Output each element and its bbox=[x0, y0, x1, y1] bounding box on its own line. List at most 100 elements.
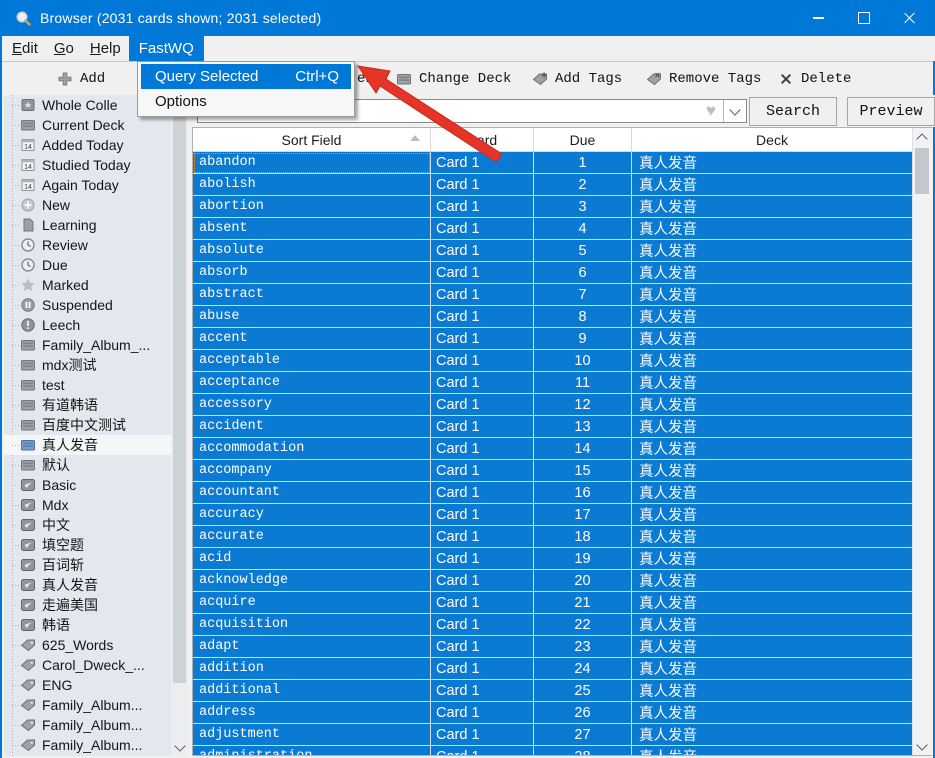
sidebar-item-韩语[interactable]: 韩语 bbox=[4, 615, 188, 635]
table-row[interactable]: adapt Card 1 23 真人发音 bbox=[193, 636, 913, 658]
sidebar-item-review[interactable]: Review bbox=[4, 235, 188, 255]
table-row[interactable]: adjustment Card 1 27 真人发音 bbox=[193, 724, 913, 746]
deck-cell: 真人发音 bbox=[632, 504, 913, 526]
calendar-icon: 14 bbox=[20, 177, 36, 193]
sidebar-item-百词斩[interactable]: 百词斩 bbox=[4, 555, 188, 575]
sidebar-item-due[interactable]: Due bbox=[4, 255, 188, 275]
table-row[interactable]: abortion Card 1 3 真人发音 bbox=[193, 196, 913, 218]
table-row[interactable]: accommodation Card 1 14 真人发音 bbox=[193, 438, 913, 460]
table-row[interactable]: administrationCard 128真人发音 bbox=[193, 746, 913, 755]
table-row[interactable]: acquisition Card 1 22 真人发音 bbox=[193, 614, 913, 636]
sidebar-item-new[interactable]: New bbox=[4, 195, 188, 215]
due-cell: 18 bbox=[534, 526, 632, 548]
table-row[interactable]: abolish Card 1 2 真人发音 bbox=[193, 174, 913, 196]
sidebar-item-mdx测试[interactable]: mdx测试 bbox=[4, 355, 188, 375]
search-button[interactable]: Search bbox=[749, 97, 837, 126]
sidebar-item-family-album-[interactable]: Family_Album_... bbox=[4, 335, 188, 355]
table-scrollbar-thumb[interactable] bbox=[915, 148, 929, 194]
card-cell: Card 1 bbox=[431, 614, 534, 636]
table-row[interactable]: acquire Card 1 21 真人发音 bbox=[193, 592, 913, 614]
menu-item-help[interactable]: Help bbox=[82, 36, 129, 61]
sidebar-item-走遍美国[interactable]: 走遍美国 bbox=[4, 595, 188, 615]
toolbar-button-add[interactable]: Add bbox=[57, 62, 105, 95]
sidebar-item-leech[interactable]: Leech bbox=[4, 315, 188, 335]
table-row[interactable]: absolute Card 1 5 真人发音 bbox=[193, 240, 913, 262]
toolbar-button-delete[interactable]: Delete bbox=[778, 62, 851, 95]
sidebar-item-label: 有道韩语 bbox=[42, 397, 98, 413]
star-icon bbox=[20, 277, 36, 293]
table-row[interactable]: acceptable Card 1 10 真人发音 bbox=[193, 350, 913, 372]
table-scroll-down-button[interactable] bbox=[913, 737, 931, 755]
sidebar-scrollbar[interactable] bbox=[171, 95, 188, 756]
table-row[interactable]: acceptance Card 1 11 真人发音 bbox=[193, 372, 913, 394]
menu-option-query-selected[interactable]: Query Selected Ctrl+Q bbox=[141, 64, 351, 89]
maximize-button[interactable] bbox=[841, 0, 887, 36]
sidebar-item-family-album-[interactable]: Family_Album... bbox=[4, 695, 188, 715]
table-row[interactable]: additional Card 1 25 真人发音 bbox=[193, 680, 913, 702]
table-row[interactable]: addition Card 1 24 真人发音 bbox=[193, 658, 913, 680]
sort-field-cell: accommodation bbox=[193, 438, 431, 460]
sidebar-item-basic[interactable]: Basic bbox=[4, 475, 188, 495]
minimize-button[interactable] bbox=[795, 0, 841, 36]
table-row[interactable]: accent Card 1 9 真人发音 bbox=[193, 328, 913, 350]
table-row[interactable]: abuse Card 1 8 真人发音 bbox=[193, 306, 913, 328]
sidebar-item-有道韩语[interactable]: 有道韩语 bbox=[4, 395, 188, 415]
sidebar-item-百度中文测试[interactable]: 百度中文测试 bbox=[4, 415, 188, 435]
menu-item-edit[interactable]: Edit bbox=[4, 36, 46, 61]
table-row[interactable]: abandon Card 1 1 真人发音 bbox=[193, 152, 913, 174]
table-scroll-up-button[interactable] bbox=[913, 128, 931, 146]
sidebar-item-learning[interactable]: Learning bbox=[4, 215, 188, 235]
sidebar-item-suspended[interactable]: Suspended bbox=[4, 295, 188, 315]
table-row[interactable]: acknowledge Card 1 20 真人发音 bbox=[193, 570, 913, 592]
deck-cell: 真人发音 bbox=[632, 350, 913, 372]
menu-item-fastwq[interactable]: FastWQ bbox=[128, 36, 204, 61]
sidebar-item-mdx[interactable]: Mdx bbox=[4, 495, 188, 515]
sidebar-item-marked[interactable]: Marked bbox=[4, 275, 188, 295]
sidebar-item-added-today[interactable]: 14 Added Today bbox=[4, 135, 188, 155]
search-dropdown-button[interactable] bbox=[723, 100, 746, 122]
table-row[interactable]: abstract Card 1 7 真人发音 bbox=[193, 284, 913, 306]
sidebar-scroll-down-button[interactable] bbox=[171, 738, 188, 756]
sidebar-item-真人发音[interactable]: 真人发音 bbox=[4, 435, 188, 455]
sidebar-item-默认[interactable]: 默认 bbox=[4, 455, 188, 475]
sidebar-scrollbar-thumb[interactable] bbox=[173, 97, 186, 683]
table-row[interactable]: accessory Card 1 12 真人发音 bbox=[193, 394, 913, 416]
sidebar-item-label: 走遍美国 bbox=[42, 597, 98, 613]
column-header-sort-field[interactable]: Sort Field bbox=[193, 128, 431, 152]
sidebar-item-current-deck[interactable]: Current Deck bbox=[4, 115, 188, 135]
toolbar-button-remove-tags[interactable]: Remove Tags bbox=[646, 62, 761, 95]
sidebar-item-family-album-[interactable]: Family_Album... bbox=[4, 715, 188, 735]
table-row[interactable]: accurate Card 1 18 真人发音 bbox=[193, 526, 913, 548]
sidebar-item-studied-today[interactable]: 14 Studied Today bbox=[4, 155, 188, 175]
table-row[interactable]: accountant Card 1 16 真人发音 bbox=[193, 482, 913, 504]
sidebar-item-填空题[interactable]: 填空题 bbox=[4, 535, 188, 555]
table-row[interactable]: absorb Card 1 6 真人发音 bbox=[193, 262, 913, 284]
table-row[interactable]: accident Card 1 13 真人发音 bbox=[193, 416, 913, 438]
toolbar-button-add-tags[interactable]: Add Tags bbox=[532, 62, 622, 95]
sidebar-item-625-words[interactable]: 625_Words bbox=[4, 635, 188, 655]
table-row[interactable]: address Card 1 26 真人发音 bbox=[193, 702, 913, 724]
sidebar-item-真人发音[interactable]: 真人发音 bbox=[4, 575, 188, 595]
sidebar-item-carol-dweck-[interactable]: Carol_Dweck_... bbox=[4, 655, 188, 675]
toolbar-button-partial[interactable]: end bbox=[357, 62, 382, 95]
card-cell: Card 1 bbox=[431, 218, 534, 240]
preview-button[interactable]: Preview bbox=[847, 97, 935, 126]
toolbar-button-change-deck[interactable]: Change Deck bbox=[396, 62, 511, 95]
sidebar-item-eng[interactable]: ENG bbox=[4, 675, 188, 695]
table-row[interactable]: accompany Card 1 15 真人发音 bbox=[193, 460, 913, 482]
table-row[interactable]: acid Card 1 19 真人发音 bbox=[193, 548, 913, 570]
column-header-due[interactable]: Due bbox=[534, 128, 632, 152]
column-header-deck[interactable]: Deck bbox=[632, 128, 913, 152]
column-header-card[interactable]: Card bbox=[431, 128, 534, 152]
table-scrollbar[interactable] bbox=[912, 128, 932, 755]
sidebar-item-中文[interactable]: 中文 bbox=[4, 515, 188, 535]
sidebar-item-again-today[interactable]: 14 Again Today bbox=[4, 175, 188, 195]
table-row[interactable]: accuracy Card 1 17 真人发音 bbox=[193, 504, 913, 526]
menu-option-options[interactable]: Options bbox=[141, 89, 351, 114]
sidebar-item-test[interactable]: test bbox=[4, 375, 188, 395]
table-row[interactable]: absent Card 1 4 真人发音 bbox=[193, 218, 913, 240]
due-cell: 10 bbox=[534, 350, 632, 372]
close-button[interactable] bbox=[887, 0, 933, 36]
menu-item-go[interactable]: Go bbox=[46, 36, 82, 61]
sidebar-item-family-album-[interactable]: Family_Album... bbox=[4, 735, 188, 755]
